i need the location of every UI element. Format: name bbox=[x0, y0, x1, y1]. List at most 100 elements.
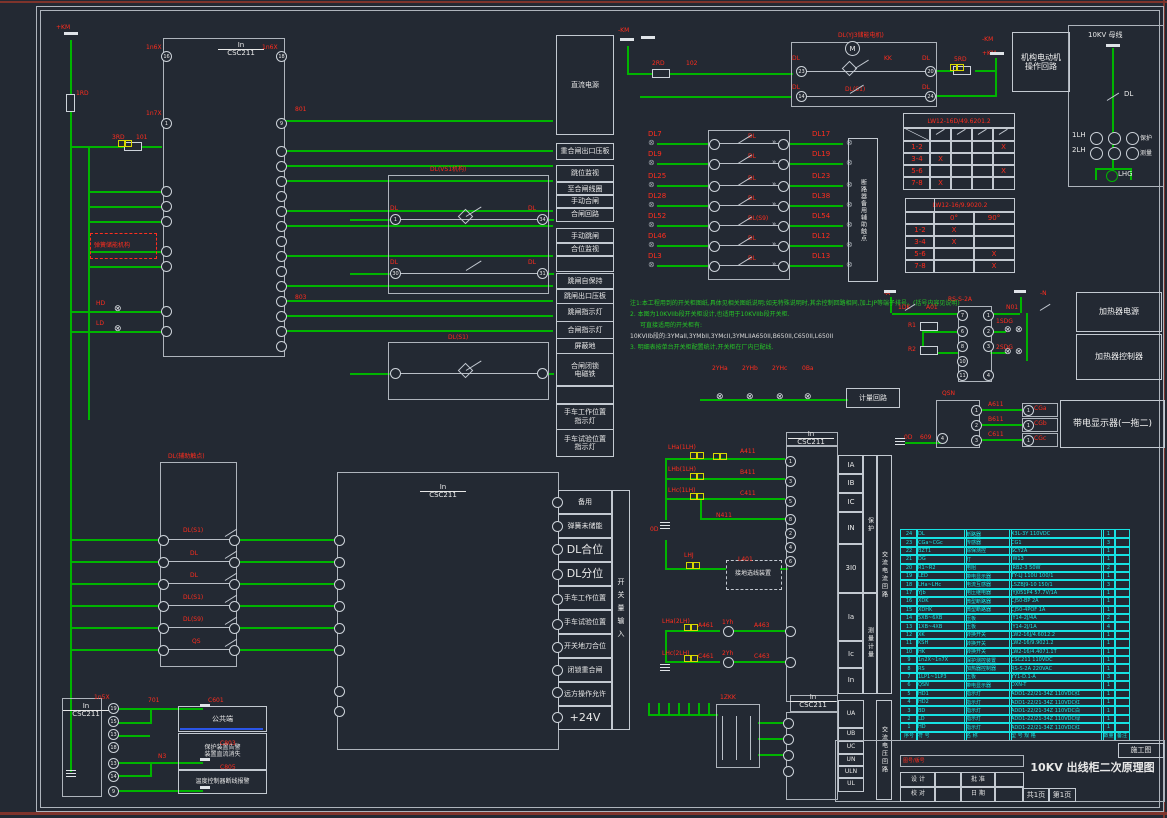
wire-label: A411 bbox=[740, 448, 756, 455]
dc-circuit-label: 重合闸出口压板 bbox=[556, 143, 614, 160]
wire-label: -N bbox=[1040, 290, 1047, 297]
dc-circuit-label bbox=[556, 385, 614, 405]
terminal-circle bbox=[778, 221, 789, 232]
wire-label: DL13 bbox=[812, 252, 830, 260]
wire-segment bbox=[90, 266, 162, 268]
wire-segment bbox=[285, 300, 553, 302]
chevron-icon: » bbox=[772, 220, 775, 228]
wire-segment bbox=[922, 331, 958, 333]
wire-label: 701 bbox=[148, 697, 159, 704]
wire-label: DL bbox=[792, 84, 800, 91]
bus-end-icon bbox=[1014, 290, 1026, 293]
wire-segment bbox=[72, 146, 162, 148]
contact-table-rowhead: 7-8 bbox=[905, 259, 935, 273]
switch-input-item: 远方操作允许 bbox=[558, 682, 612, 706]
wire-label: 1n6X bbox=[146, 44, 162, 51]
wire-segment bbox=[665, 478, 785, 480]
spring-mech-label: 弹簧储能机构 bbox=[94, 240, 130, 249]
wire-segment bbox=[70, 40, 72, 772]
wire-label: DL bbox=[190, 550, 198, 557]
contact-table-rowhead: 7-8 bbox=[903, 176, 931, 190]
wire-segment bbox=[235, 649, 337, 651]
ground-icon bbox=[660, 522, 670, 530]
terminal-circle: 8 bbox=[785, 514, 796, 525]
csc211-header-small: InCSC211 bbox=[63, 703, 109, 723]
wire-label: DL12 bbox=[812, 232, 830, 240]
ct-icon bbox=[950, 64, 957, 71]
terminal-circle bbox=[552, 544, 563, 555]
terminal-group-label: UA bbox=[838, 700, 864, 729]
motor-loop-box: 机构电动机 操作回路 bbox=[1012, 32, 1070, 92]
wire-segment bbox=[758, 738, 786, 740]
heater-power-box: 加热器电源 bbox=[1076, 292, 1162, 332]
wire-label: DL9 bbox=[648, 150, 662, 158]
terminal-circle bbox=[778, 159, 789, 170]
dc-circuit-label: 合闸指示灯 bbox=[556, 321, 614, 339]
terminal-circle: 10 bbox=[957, 356, 968, 367]
wire-label: DL28 bbox=[648, 192, 666, 200]
ct-icon bbox=[713, 453, 720, 460]
wire-label: C611 bbox=[988, 431, 1004, 438]
terminal-circle bbox=[229, 557, 240, 568]
terminal-group-label: Ic bbox=[838, 640, 864, 669]
ct-icon bbox=[691, 655, 698, 662]
wire-label: B411 bbox=[740, 469, 756, 476]
dc-circuit-label bbox=[556, 255, 614, 272]
terminal-circle bbox=[778, 261, 789, 272]
terminal-circle: 20 bbox=[925, 66, 936, 77]
loop-title-current: 交流电流回路 bbox=[876, 455, 892, 694]
frame-line bbox=[0, 812, 1167, 815]
terminal-circle: 8 bbox=[957, 341, 968, 352]
bus-end-icon bbox=[64, 32, 78, 35]
wire-segment bbox=[90, 191, 162, 193]
terminal-circle bbox=[552, 642, 563, 653]
terminal-circle bbox=[161, 306, 172, 317]
ct-icon bbox=[118, 140, 125, 147]
terminal-circle: 3 bbox=[983, 341, 994, 352]
wire-segment bbox=[648, 714, 718, 716]
wire-label: 0Ba bbox=[802, 365, 814, 372]
wire-label: N3 bbox=[158, 753, 166, 760]
contact-pos-glyph bbox=[956, 129, 965, 135]
wire-label: KK bbox=[884, 55, 892, 62]
lamp-icon: ⊗ bbox=[114, 325, 122, 334]
wire-label: A01 bbox=[926, 304, 938, 311]
wire-label: C461 bbox=[698, 653, 714, 660]
wire-segment bbox=[758, 722, 786, 724]
dc-circuit-label: 跳位监视 bbox=[556, 165, 614, 182]
terminal-circle bbox=[709, 221, 720, 232]
wire-label: HD bbox=[96, 300, 105, 307]
wire-label: CGa bbox=[1034, 405, 1047, 412]
terminal-circle: 15 bbox=[108, 716, 119, 727]
wire-label: DL bbox=[390, 205, 398, 212]
oneline-measure-label: 测量 bbox=[1140, 148, 1152, 157]
dc-circuit-label: 手车工作位置 指示灯 bbox=[556, 403, 614, 430]
switch-input-item: 备用 bbox=[558, 490, 612, 514]
wire-segment bbox=[665, 630, 667, 663]
terminal-circle: 7 bbox=[957, 310, 968, 321]
wire-label: 1Yh bbox=[722, 619, 733, 626]
wire-segment bbox=[788, 185, 843, 187]
wire-segment bbox=[733, 661, 787, 663]
terminal-end-icon: ⊗ bbox=[648, 260, 655, 269]
terminal-circle bbox=[276, 311, 287, 322]
contact-table-cell bbox=[992, 176, 1015, 190]
lamp-icon: ⊗ bbox=[804, 393, 812, 402]
ct-icon bbox=[690, 493, 697, 500]
terminal-circle bbox=[783, 718, 794, 729]
terminal-circle bbox=[390, 368, 401, 379]
terminal-circle: 18 bbox=[108, 742, 119, 753]
relay-block-bottom bbox=[337, 472, 559, 750]
ct-circle-icon bbox=[1090, 132, 1103, 145]
terminal-group-label: Ia bbox=[838, 592, 864, 642]
motor-circuit-block bbox=[791, 42, 937, 107]
terminal-circle: 6 bbox=[957, 326, 968, 337]
wire-segment bbox=[657, 185, 711, 187]
terminal-circle: 6 bbox=[785, 556, 796, 567]
oneline-lhg-label: LHG bbox=[1118, 170, 1133, 178]
ct-circle-icon bbox=[1126, 132, 1139, 145]
wire-segment bbox=[285, 150, 553, 152]
wire-segment bbox=[657, 205, 711, 207]
terminal-end-icon: ⊗ bbox=[648, 220, 655, 229]
wire-label: N411 bbox=[716, 512, 732, 519]
